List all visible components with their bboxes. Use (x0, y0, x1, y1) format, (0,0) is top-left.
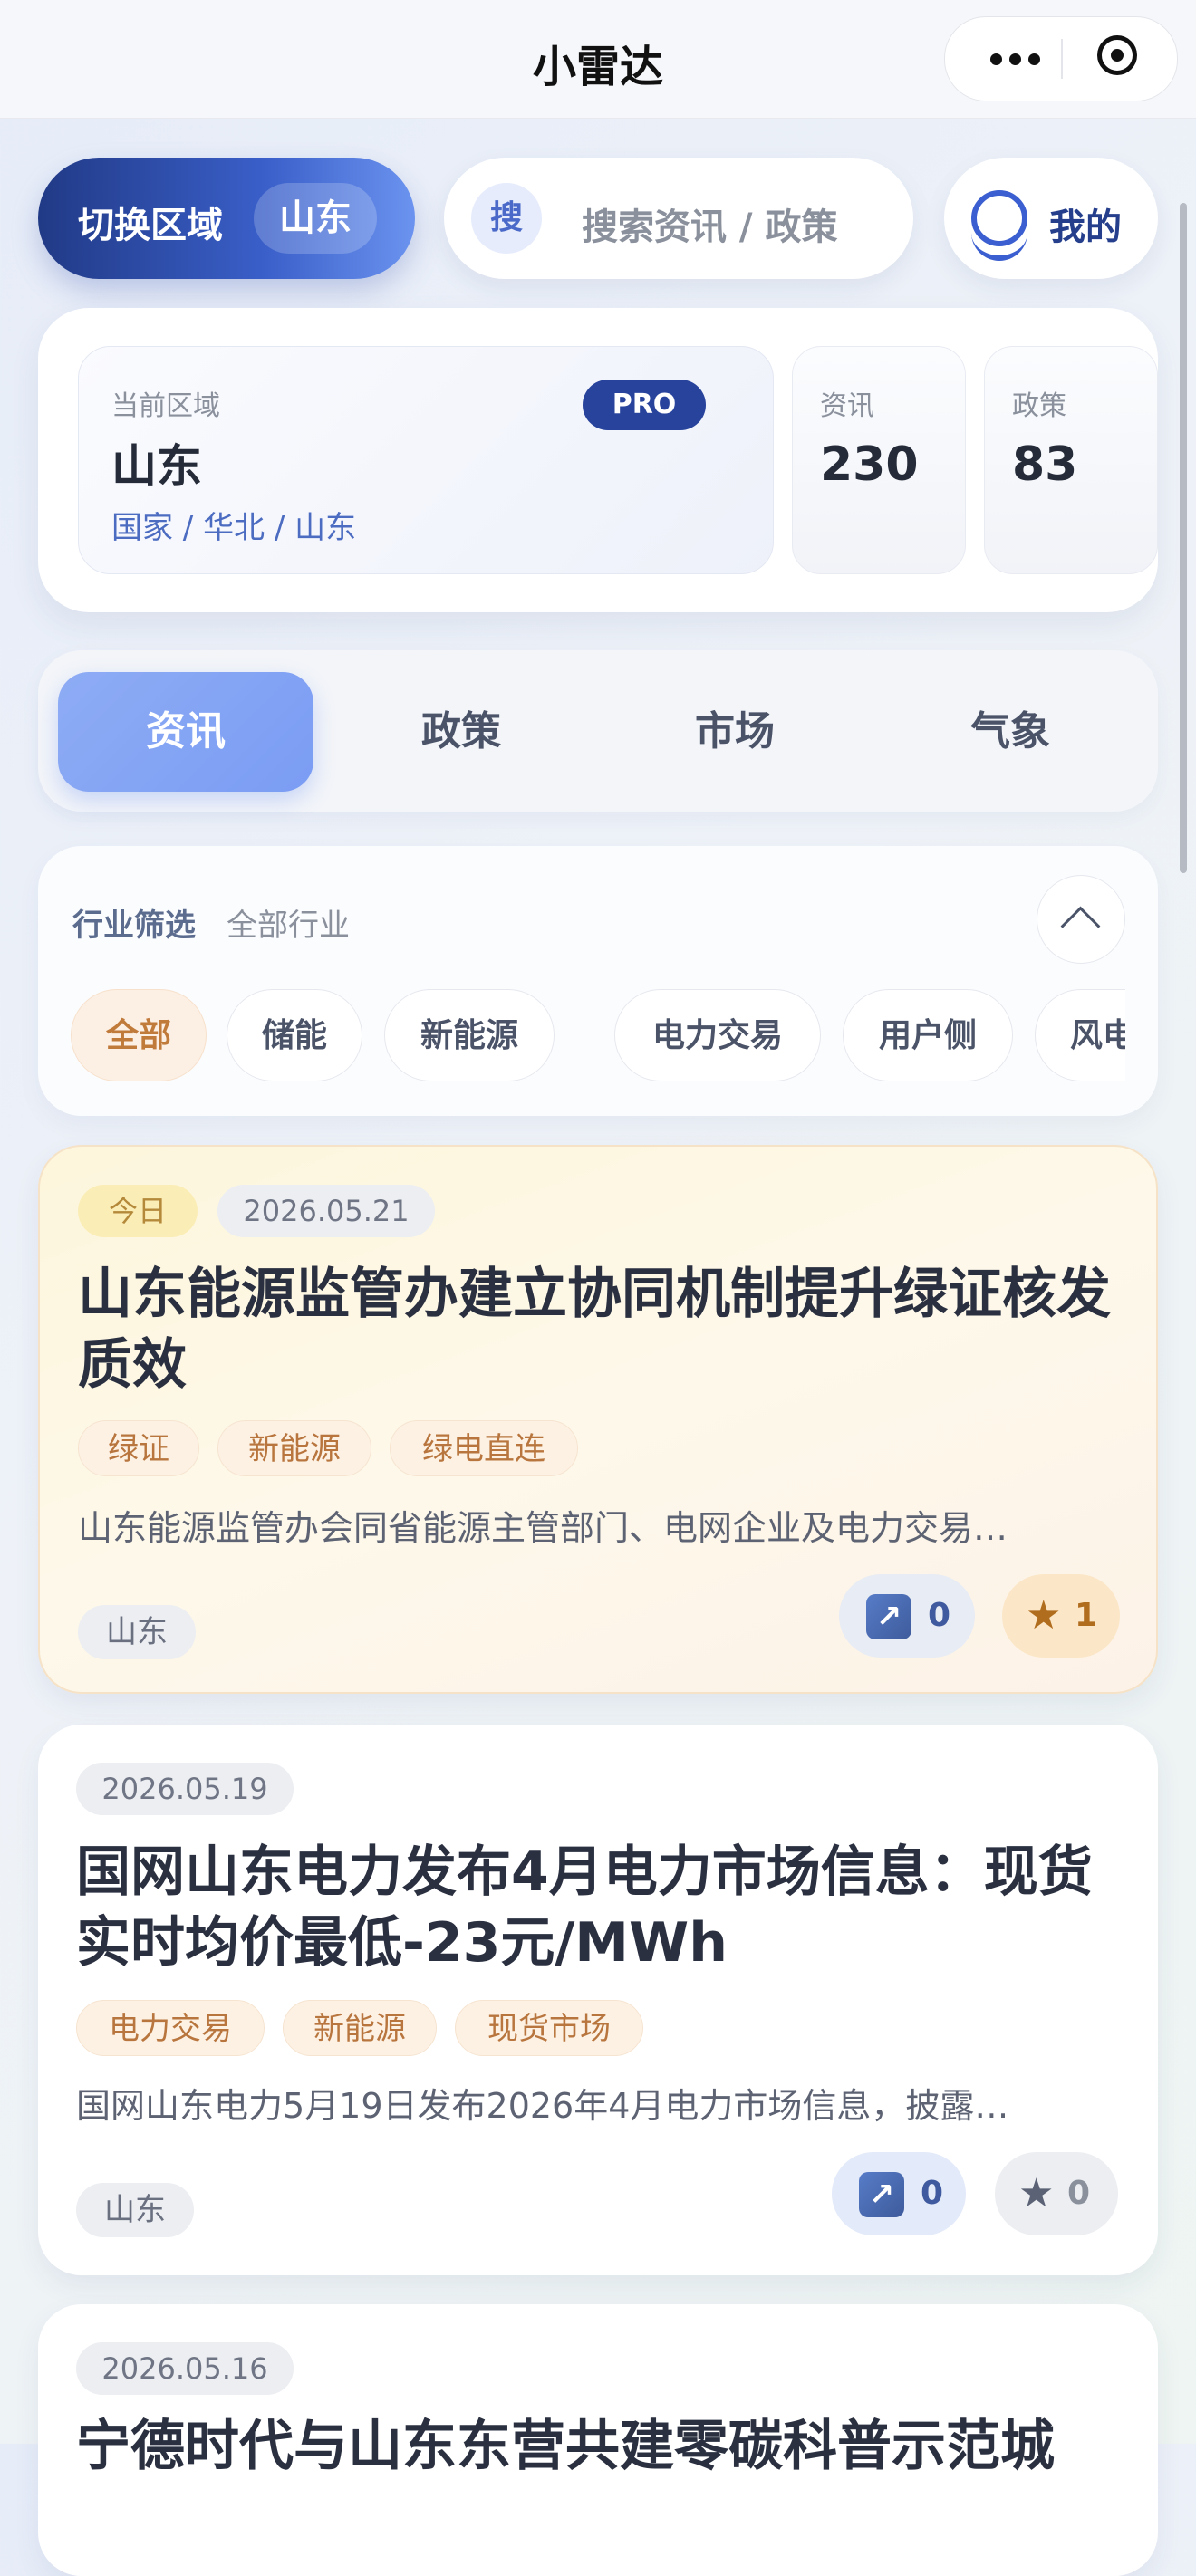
stat-value: 230 (820, 437, 919, 492)
news-card[interactable]: 2026.05.16 宁德时代与山东东营共建零碳科普示范城 (38, 2304, 1158, 2576)
chip-wind-power[interactable]: 风电 (1035, 989, 1125, 1081)
news-title[interactable]: 宁德时代与山东东营共建零碳科普示范城 (76, 2411, 1127, 2482)
mine-label: 我的 (1049, 207, 1122, 248)
tab-market[interactable]: 市场 (607, 672, 863, 792)
switch-region-button[interactable]: 切换区域 山东 (38, 158, 415, 279)
industry-chip-list: 全部 储能 新能源 电力交易 用户侧 风电 (71, 989, 1125, 1089)
date-badge: 2026.05.19 (76, 1763, 294, 1815)
chip-user-side[interactable]: 用户侧 (843, 989, 1013, 1081)
tab-news[interactable]: 资讯 (58, 672, 313, 792)
news-tag: 电力交易 (76, 2000, 265, 2056)
news-tag: 现货市场 (455, 2000, 643, 2056)
stat-label: 资讯 (820, 390, 874, 422)
share-count: 0 (921, 2175, 944, 2212)
tab-policy[interactable]: 政策 (333, 672, 589, 792)
date-badge: 2026.05.16 (76, 2342, 294, 2395)
news-tag: 新能源 (283, 2000, 437, 2056)
favorite-count: 1 (1075, 1597, 1098, 1634)
favorite-button[interactable]: ★ 0 (995, 2152, 1118, 2235)
more-menu-icon[interactable] (974, 34, 1056, 84)
region-breadcrumb: 国家 / 华北 / 山东 (111, 510, 357, 546)
search-input[interactable]: 搜 搜索资讯 / 政策 (444, 158, 913, 279)
news-title[interactable]: 国网山东电力发布4月电力市场信息：现货实时均价最低-23元/MWh (76, 1837, 1127, 1978)
stat-value: 83 (1012, 437, 1078, 492)
close-target-icon[interactable] (1097, 35, 1137, 75)
navigation-bar: 小雷达 (0, 0, 1196, 119)
industry-filter-card: 行业筛选 全部行业 全部 储能 新能源 电力交易 用户侧 风电 (38, 846, 1158, 1116)
category-tabs: 资讯 政策 市场 气象 (38, 650, 1158, 812)
pro-badge: PRO (583, 380, 706, 430)
star-icon: ★ (1018, 2170, 1055, 2216)
user-icon (971, 190, 1027, 261)
date-badge: 2026.05.21 (217, 1185, 435, 1237)
current-region-name: 山东 (111, 440, 202, 493)
share-arrow-icon: ↗ (859, 2172, 904, 2217)
chip-storage[interactable]: 储能 (227, 989, 362, 1081)
stat-news-count[interactable]: 资讯 230 (792, 346, 966, 574)
scrollbar[interactable] (1180, 203, 1187, 873)
miniprogram-capsule (944, 16, 1178, 101)
filter-title: 行业筛选 (72, 908, 196, 944)
news-region-tag: 山东 (78, 1605, 196, 1659)
region-info-card: 当前区域 PRO 山东 国家 / 华北 / 山东 资讯 230 政策 83 (38, 308, 1158, 612)
share-count: 0 (928, 1597, 951, 1634)
chip-all[interactable]: 全部 (71, 989, 207, 1081)
capsule-divider (1061, 39, 1063, 79)
news-tag: 新能源 (217, 1420, 371, 1476)
search-icon: 搜 (471, 183, 542, 254)
current-region-box: 当前区域 PRO 山东 国家 / 华北 / 山东 (78, 346, 774, 574)
mine-button[interactable]: 我的 (944, 158, 1158, 279)
favorite-count: 0 (1067, 2175, 1091, 2212)
chevron-up-icon[interactable] (1037, 875, 1125, 964)
region-value-pill: 山东 (254, 183, 377, 254)
today-badge: 今日 (78, 1185, 198, 1237)
current-region-label: 当前区域 (111, 390, 220, 422)
share-arrow-icon: ↗ (866, 1594, 911, 1639)
chip-power-trading[interactable]: 电力交易 (614, 989, 821, 1081)
search-placeholder: 搜索资讯 / 政策 (582, 207, 838, 248)
news-tag: 绿证 (78, 1420, 199, 1476)
news-tag: 绿电直连 (390, 1420, 578, 1476)
share-button[interactable]: ↗ 0 (832, 2152, 966, 2235)
stat-policy-count[interactable]: 政策 83 (984, 346, 1158, 574)
news-card[interactable]: 今日 2026.05.21 山东能源监管办建立协同机制提升绿证核发质效 绿证 新… (38, 1145, 1158, 1694)
share-button[interactable]: ↗ 0 (839, 1574, 975, 1658)
chip-new-energy[interactable]: 新能源 (384, 989, 555, 1081)
news-summary: 山东能源监管办会同省能源主管部门、电网企业及电力交易… (78, 1508, 1008, 1548)
tab-weather[interactable]: 气象 (883, 672, 1138, 792)
news-title[interactable]: 山东能源监管办建立协同机制提升绿证核发质效 (78, 1259, 1129, 1400)
news-card[interactable]: 2026.05.19 国网山东电力发布4月电力市场信息：现货实时均价最低-23元… (38, 1725, 1158, 2275)
star-icon: ★ (1026, 1592, 1062, 1639)
favorite-button[interactable]: ★ 1 (1002, 1574, 1120, 1658)
news-region-tag: 山东 (76, 2183, 194, 2237)
stat-label: 政策 (1012, 390, 1066, 422)
news-summary: 国网山东电力5月19日发布2026年4月电力市场信息，披露… (76, 2086, 1009, 2126)
switch-region-label: 切换区域 (78, 205, 223, 246)
filter-subtitle: 全部行业 (227, 908, 350, 944)
